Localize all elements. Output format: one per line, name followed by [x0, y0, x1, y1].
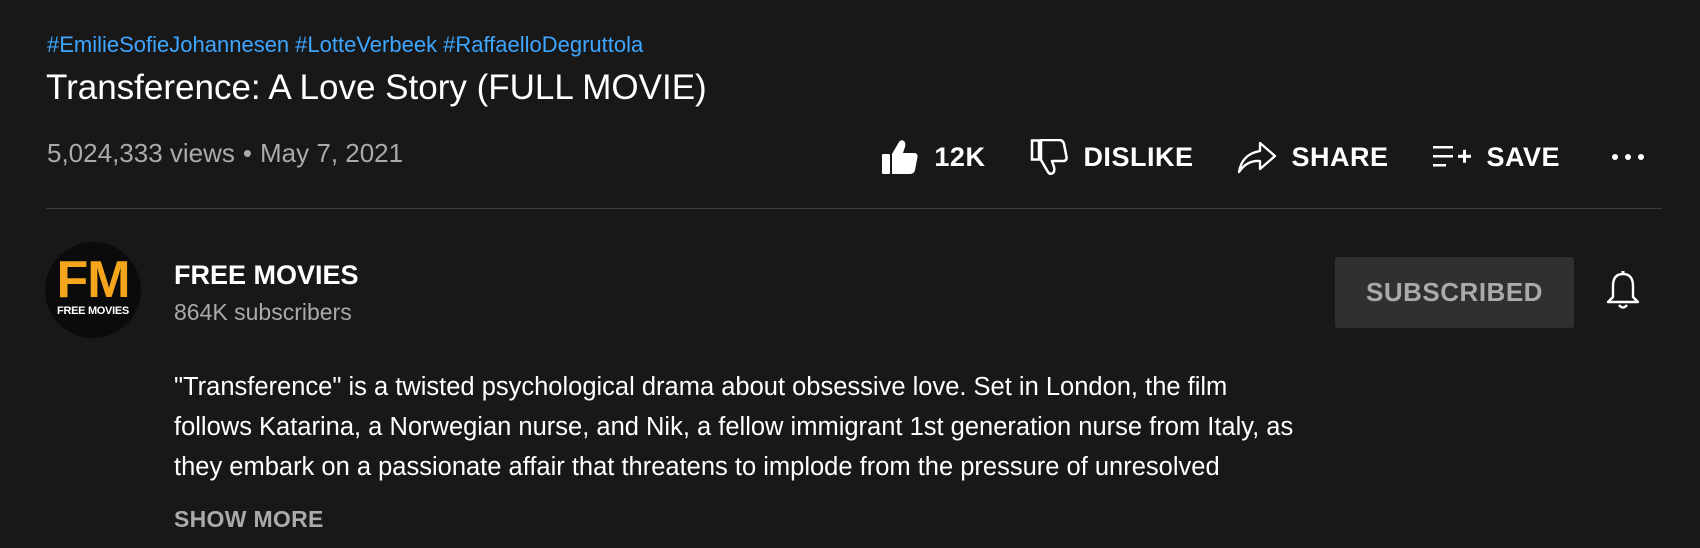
description-line: "Transference" is a twisted psychologica…	[174, 373, 1228, 401]
like-count: 12K	[934, 141, 986, 172]
description-line: they embark on a passionate affair that …	[174, 453, 1220, 481]
hashtag-link[interactable]: #EmilieSofieJohannesen	[47, 32, 289, 57]
subscribed-button[interactable]: SUBSCRIBED	[1335, 257, 1574, 328]
divider	[46, 208, 1662, 209]
subscriber-count: 864K subscribers	[174, 299, 352, 325]
playlist-add-icon	[1432, 137, 1472, 177]
channel-avatar[interactable]: FM FREE MOVIES	[45, 242, 141, 338]
channel-name[interactable]: FREE MOVIES	[174, 258, 359, 292]
description-line: follows Katarina, a Norwegian nurse, and…	[174, 413, 1294, 441]
avatar-logo-text: FM	[56, 251, 130, 309]
notification-bell-button[interactable]	[1601, 270, 1645, 316]
share-button[interactable]: SHARE	[1237, 137, 1388, 177]
view-count: 5,024,333 views	[47, 138, 235, 168]
more-actions-button[interactable]	[1608, 137, 1648, 177]
share-arrow-icon	[1237, 137, 1277, 177]
bell-icon	[1605, 270, 1641, 316]
save-label: SAVE	[1486, 141, 1560, 172]
meta-separator: •	[242, 138, 253, 168]
thumbs-up-icon	[880, 137, 920, 177]
share-label: SHARE	[1291, 141, 1389, 172]
video-title: Transference: A Love Story (FULL MOVIE)	[46, 68, 707, 107]
avatar-logo-subtext: FREE MOVIES	[57, 305, 129, 317]
video-info-panel: #EmilieSofieJohannesen #LotteVerbeek #Raff…	[0, 0, 1700, 548]
action-bar: 12K DISLIKE SHARE SAVE	[880, 136, 1648, 178]
hashtag-link[interactable]: #LotteVerbeek	[295, 32, 437, 57]
video-description: "Transference" is a twisted psychologica…	[174, 367, 1434, 487]
thumbs-down-icon	[1029, 137, 1069, 177]
hashtag-list: #EmilieSofieJohannesen #LotteVerbeek #Raff…	[47, 31, 649, 59]
dislike-label: DISLIKE	[1083, 141, 1194, 172]
more-horizontal-icon	[1611, 148, 1645, 166]
like-button[interactable]: 12K	[880, 137, 985, 177]
dislike-button[interactable]: DISLIKE	[1029, 137, 1193, 177]
publish-date: May 7, 2021	[260, 138, 404, 168]
video-meta: 5,024,333 views • May 7, 2021	[47, 137, 403, 169]
show-more-button[interactable]: SHOW MORE	[174, 504, 324, 534]
save-button[interactable]: SAVE	[1432, 137, 1560, 177]
hashtag-link[interactable]: #RaffaelloDegruttola	[443, 32, 643, 57]
